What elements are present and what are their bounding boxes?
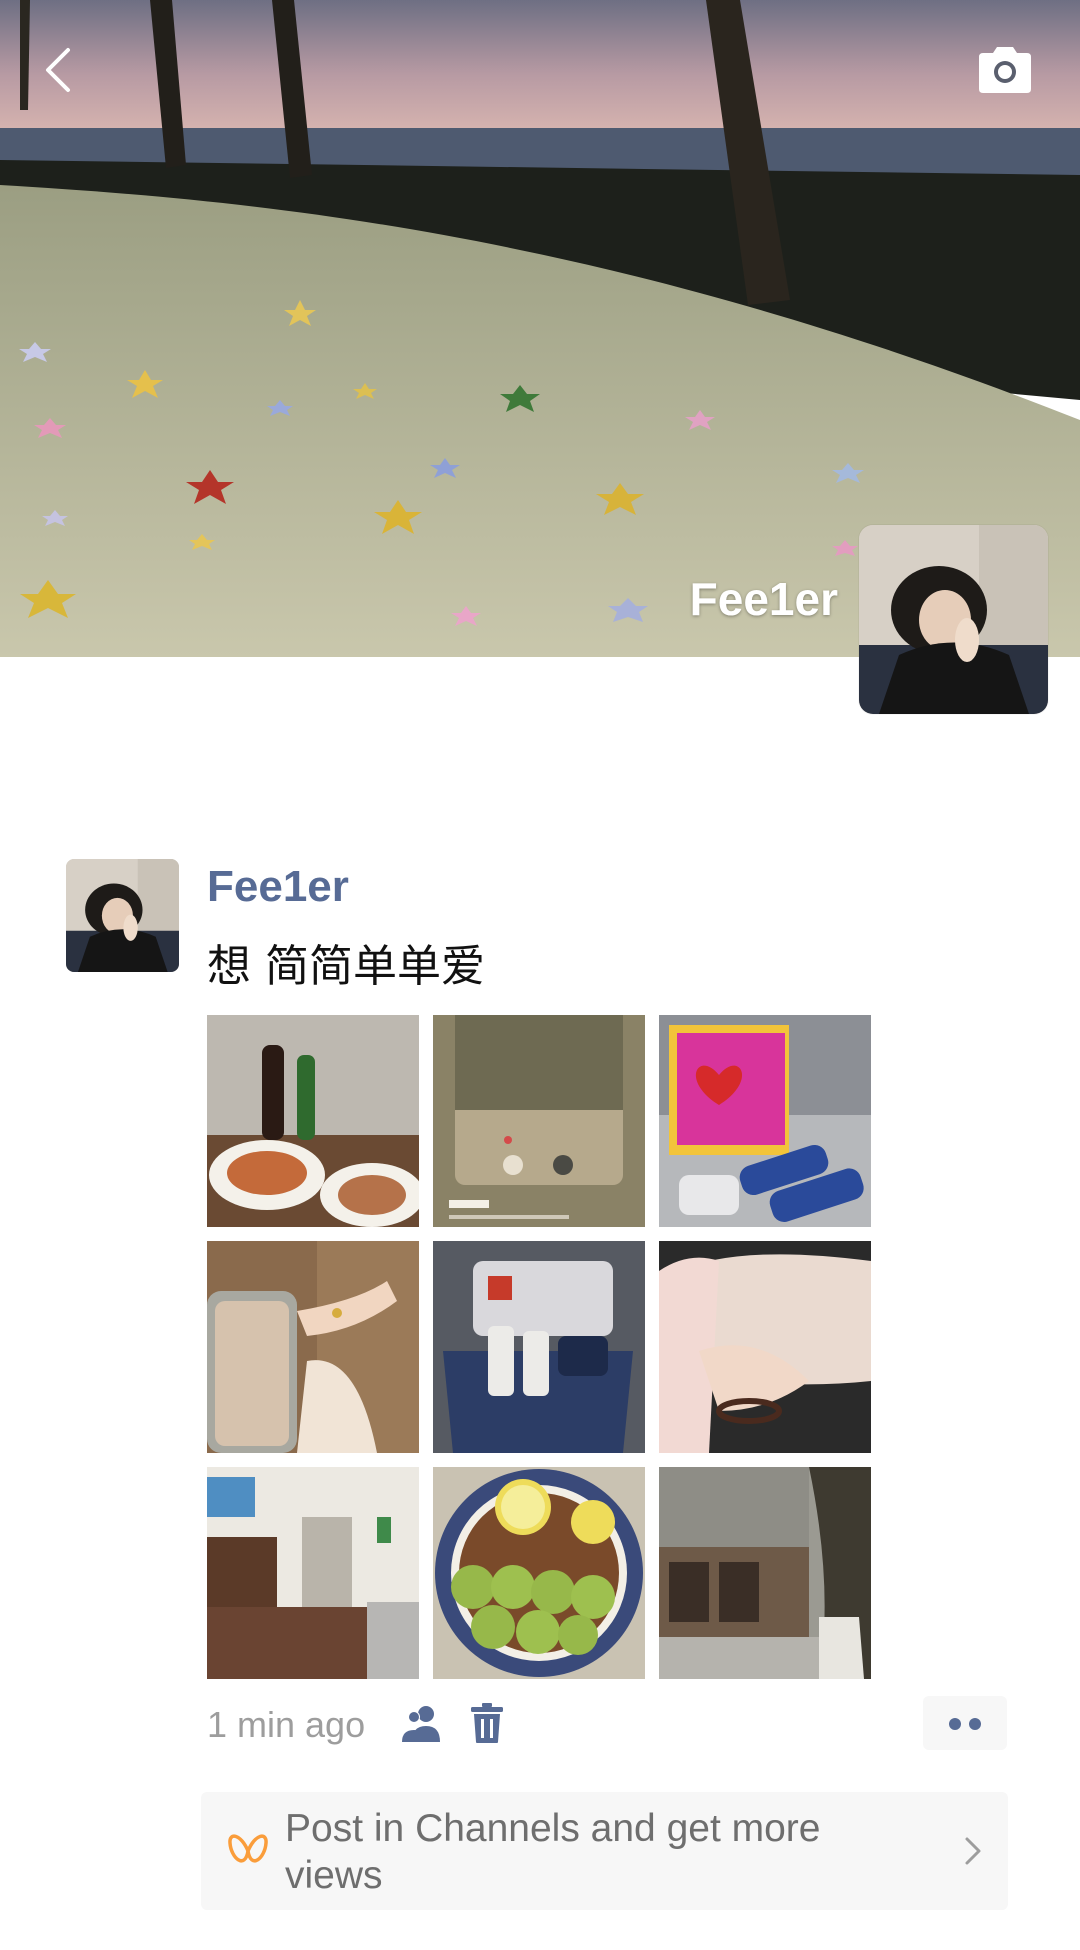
- chevron-left-icon: [46, 48, 70, 92]
- chevron-right-icon: [965, 1837, 981, 1865]
- post-author-avatar[interactable]: [66, 859, 179, 972]
- two-dots-icon: [949, 1718, 961, 1730]
- photo-hand-on-lap: [659, 1241, 871, 1453]
- two-dots-icon: [969, 1718, 981, 1730]
- avatar-image: [66, 859, 179, 972]
- moments-screen: Fee1er Fee1er 想 简简单单爱 1 min ago Post in …: [0, 0, 1080, 1950]
- photo-thumbnail[interactable]: [659, 1241, 871, 1453]
- photo-music-player-screenshot: [433, 1015, 645, 1227]
- profile-avatar[interactable]: [859, 525, 1048, 714]
- post-author-name[interactable]: Fee1er: [207, 862, 349, 912]
- photo-building-and-tree: [659, 1467, 871, 1679]
- trash-icon[interactable]: [470, 1702, 504, 1744]
- photo-hand-with-bracelet: [207, 1241, 419, 1453]
- post-text: 想 简简单单爱: [207, 941, 485, 992]
- channels-promo-text: Post in Channels and get more views: [285, 1807, 821, 1897]
- cover-username[interactable]: Fee1er: [690, 572, 838, 626]
- photo-grid: [207, 1015, 871, 1679]
- post-timestamp: 1 min ago: [207, 1704, 366, 1745]
- photo-food-and-cola: [207, 1015, 419, 1227]
- photo-thumbnail[interactable]: [207, 1241, 419, 1453]
- camera-icon: [979, 47, 1031, 93]
- camera-button[interactable]: [975, 45, 1035, 97]
- more-actions-button[interactable]: [923, 1696, 1007, 1750]
- photo-cafe-interior: [207, 1467, 419, 1679]
- channels-butterfly-icon: [228, 1834, 268, 1863]
- photo-thumbnail[interactable]: [207, 1015, 419, 1227]
- post-meta-row: 1 min ago: [207, 1696, 1007, 1754]
- photo-thumbnail[interactable]: [433, 1241, 645, 1453]
- photo-thumbnail[interactable]: [207, 1467, 419, 1679]
- photo-thumbnail[interactable]: [659, 1467, 871, 1679]
- back-button[interactable]: [40, 40, 80, 100]
- people-icon[interactable]: [400, 1704, 444, 1744]
- channels-promo-banner[interactable]: Post in Channels and get more views: [201, 1792, 1008, 1910]
- avatar-image: [859, 525, 1048, 714]
- photo-kiehls-bag: [433, 1241, 645, 1453]
- photo-kiehls-products: [659, 1015, 871, 1227]
- photo-thumbnail[interactable]: [433, 1467, 645, 1679]
- photo-lemon-dessert-bowl: [433, 1467, 645, 1679]
- photo-thumbnail[interactable]: [433, 1015, 645, 1227]
- photo-thumbnail[interactable]: [659, 1015, 871, 1227]
